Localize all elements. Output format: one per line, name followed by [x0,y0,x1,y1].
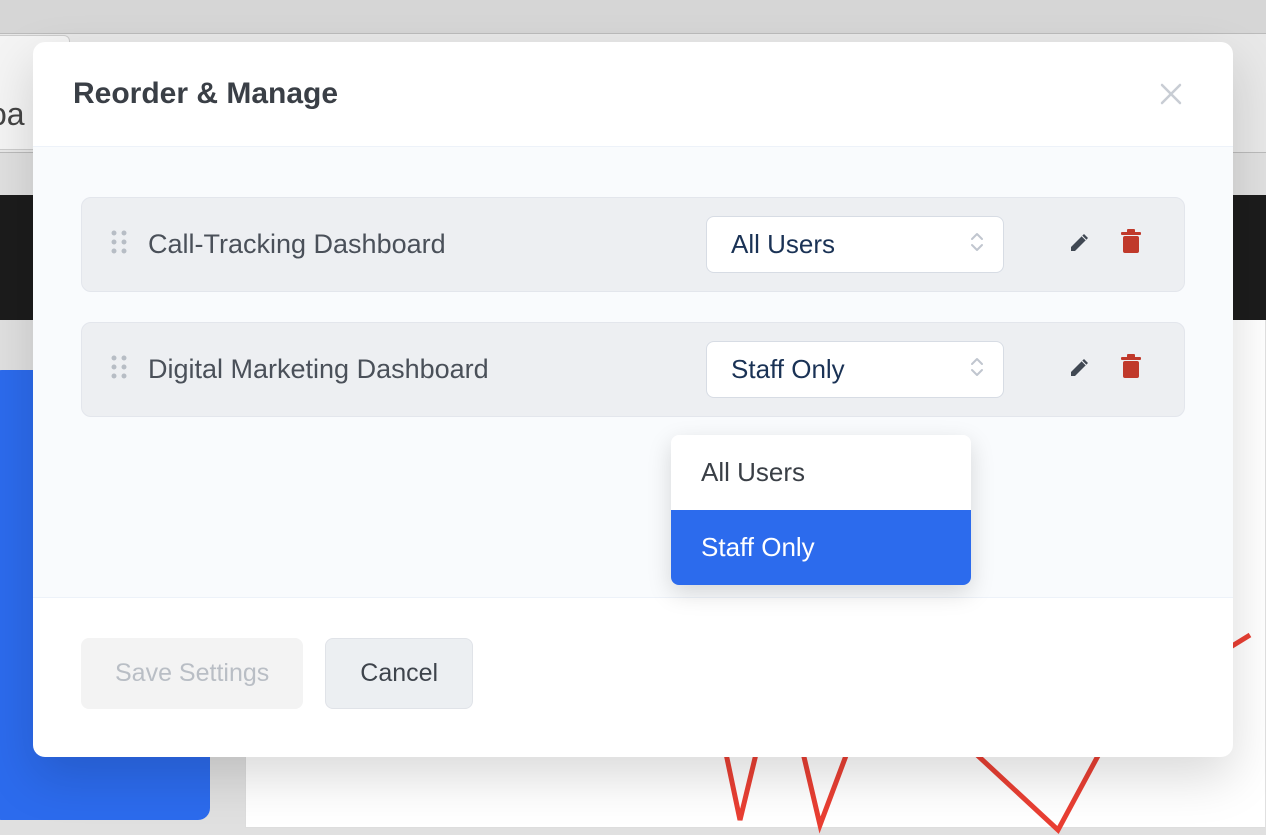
chevron-up-down-icon [969,355,985,384]
modal-footer: Save Settings Cancel [33,598,1233,757]
dropdown-option-all-users[interactable]: All Users [671,435,971,510]
modal-title: Reorder & Manage [73,77,338,111]
cancel-button[interactable]: Cancel [325,638,473,709]
trash-icon [1120,354,1142,380]
close-button[interactable] [1159,82,1183,106]
visibility-select[interactable]: Staff Only [706,341,1004,398]
close-icon [1159,82,1183,106]
dropdown-option-staff-only[interactable]: Staff Only [671,510,971,585]
dashboard-label: Call-Tracking Dashboard [148,229,706,260]
edit-button[interactable] [1068,355,1092,384]
select-value: All Users [731,229,835,260]
pencil-icon [1068,230,1092,254]
trash-icon [1120,229,1142,255]
modal-body: Call-Tracking Dashboard All Users [33,146,1233,598]
edit-button[interactable] [1068,230,1092,259]
visibility-dropdown: All Users Staff Only [671,435,971,585]
delete-button[interactable] [1120,229,1142,260]
save-settings-button[interactable]: Save Settings [81,638,303,709]
visibility-select[interactable]: All Users [706,216,1004,273]
delete-button[interactable] [1120,354,1142,385]
background-top-bar [0,0,1266,33]
chevron-up-down-icon [969,230,985,259]
dashboard-row[interactable]: Call-Tracking Dashboard All Users [81,197,1185,292]
pencil-icon [1068,355,1092,379]
reorder-manage-modal: Reorder & Manage [33,42,1233,757]
dashboard-row[interactable]: Digital Marketing Dashboard Staff Only [81,322,1185,417]
dashboard-label: Digital Marketing Dashboard [148,354,706,385]
modal-header: Reorder & Manage [33,42,1233,146]
select-value: Staff Only [731,354,845,385]
drag-handle-icon[interactable] [110,229,128,260]
drag-handle-icon[interactable] [110,354,128,385]
